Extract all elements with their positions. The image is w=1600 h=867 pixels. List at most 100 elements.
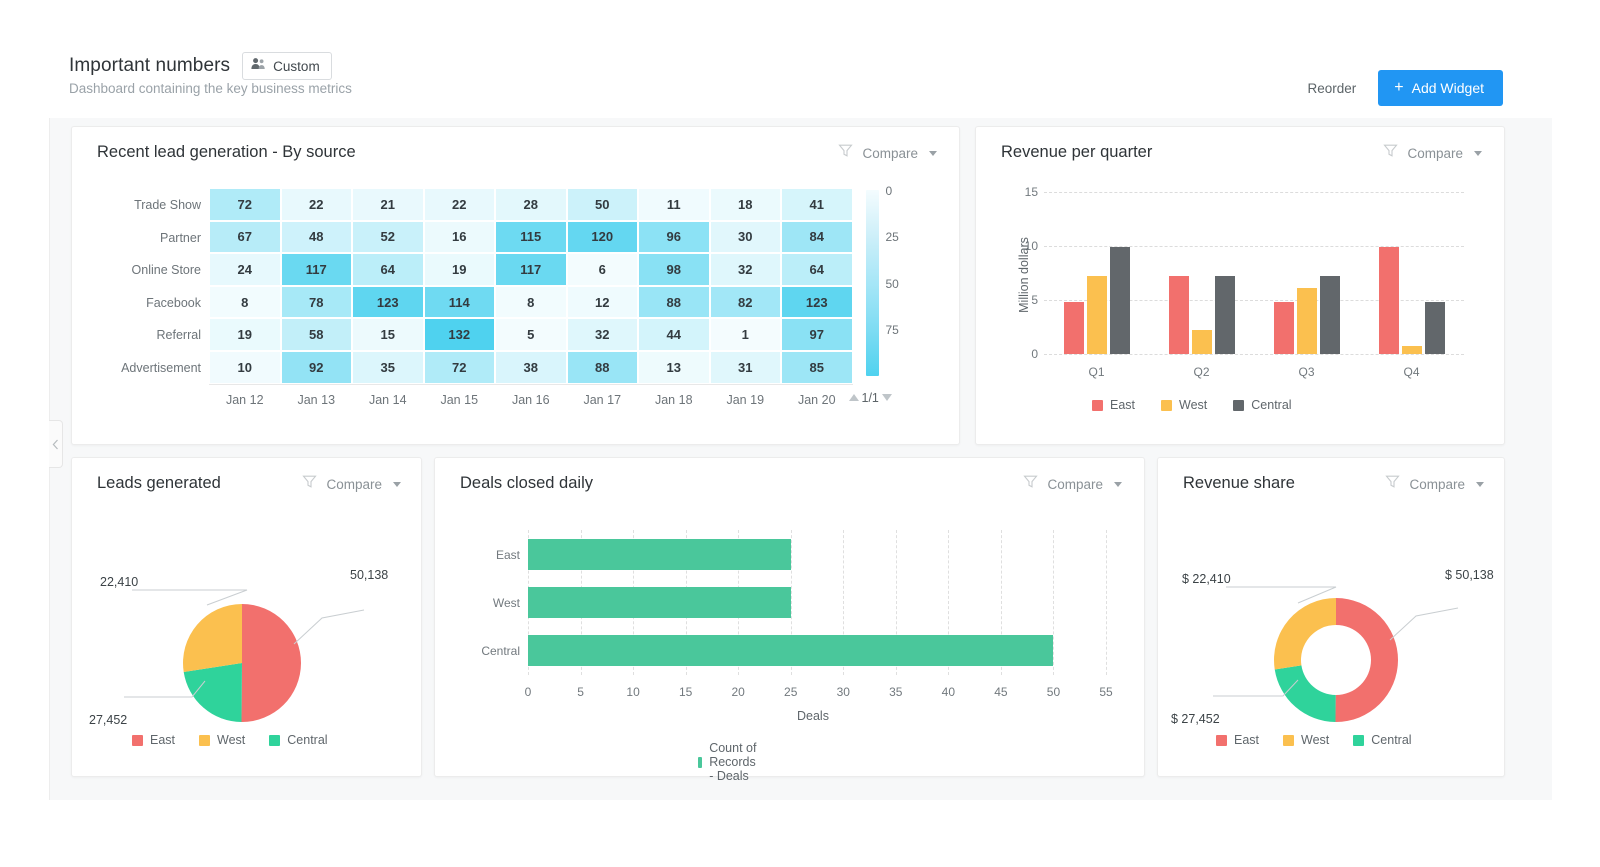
heatmap-cell[interactable]: 30 [709, 220, 781, 254]
chevron-down-icon[interactable] [1474, 150, 1482, 156]
heatmap-cell[interactable]: 13 [638, 351, 710, 384]
pie-slice[interactable] [241, 604, 301, 722]
heatmap-cell[interactable]: 72 [423, 351, 495, 384]
donut-slice[interactable] [1274, 665, 1336, 722]
heatmap-cell[interactable]: 88 [638, 285, 710, 319]
heatmap-cell[interactable]: 1 [709, 318, 781, 351]
heatmap-cell[interactable]: 58 [280, 318, 352, 351]
heatmap-cell[interactable]: 85 [781, 351, 853, 384]
bar[interactable] [528, 587, 791, 618]
heatmap-cell[interactable]: 50 [566, 188, 638, 221]
heatmap-cell[interactable]: 12 [566, 285, 638, 319]
heatmap-cell[interactable]: 44 [638, 318, 710, 351]
bar[interactable] [1168, 276, 1189, 354]
bar[interactable] [1214, 276, 1235, 354]
heatmap-cell[interactable]: 22 [280, 188, 352, 221]
bar[interactable] [1063, 302, 1084, 354]
legend-item[interactable]: East [1092, 398, 1135, 412]
heatmap-cell[interactable]: 38 [495, 351, 567, 384]
heatmap-cell[interactable]: 78 [280, 285, 352, 319]
heatmap-cell[interactable]: 48 [280, 220, 352, 254]
heatmap-cell[interactable]: 11 [638, 188, 710, 221]
chevron-down-icon[interactable] [393, 481, 401, 487]
heatmap-cell[interactable]: 82 [709, 285, 781, 319]
heatmap-cell[interactable]: 5 [495, 318, 567, 351]
pager-down-icon[interactable] [881, 394, 892, 402]
bar[interactable] [528, 538, 791, 570]
legend-item[interactable]: West [1161, 398, 1207, 412]
heatmap-cell[interactable]: 64 [781, 253, 853, 286]
donut-slice[interactable] [1335, 598, 1399, 722]
heatmap-cell[interactable]: 120 [566, 220, 638, 254]
heatmap-cell[interactable]: 84 [781, 220, 853, 254]
heatmap-cell[interactable]: 18 [709, 188, 781, 221]
heatmap-cell[interactable]: 10 [209, 351, 281, 384]
heatmap-cell[interactable]: 19 [209, 318, 281, 351]
filter-icon[interactable] [838, 143, 854, 163]
legend-item[interactable]: Central [269, 733, 328, 747]
heatmap-cell[interactable]: 114 [423, 285, 495, 319]
compare-label[interactable]: Compare [862, 146, 918, 161]
heatmap-cell[interactable]: 15 [352, 318, 424, 351]
bar[interactable] [1296, 288, 1317, 354]
heatmap-cell[interactable]: 123 [352, 285, 424, 319]
bar[interactable] [1109, 247, 1130, 354]
pie-slice[interactable] [183, 604, 242, 673]
bar[interactable] [1191, 330, 1212, 354]
heatmap-cell[interactable]: 117 [280, 253, 352, 286]
heatmap-cell[interactable]: 32 [709, 253, 781, 286]
heatmap-cell[interactable]: 24 [209, 253, 281, 286]
heatmap-cell[interactable]: 35 [352, 351, 424, 384]
heatmap-cell[interactable]: 97 [781, 318, 853, 351]
pie-slice[interactable] [183, 663, 242, 722]
heatmap-cell[interactable]: 6 [566, 253, 638, 286]
reorder-button[interactable]: Reorder [1304, 75, 1361, 102]
donut-slice[interactable] [1274, 598, 1336, 670]
heatmap-cell[interactable]: 92 [280, 351, 352, 384]
heatmap-pager[interactable]: 1/1 [848, 391, 892, 405]
heatmap-cell[interactable]: 132 [423, 318, 495, 351]
heatmap-cell[interactable]: 16 [423, 220, 495, 254]
heatmap-cell[interactable]: 32 [566, 318, 638, 351]
heatmap-cell[interactable]: 123 [781, 285, 853, 319]
heatmap-cell[interactable]: 52 [352, 220, 424, 254]
sidebar-collapse-handle[interactable] [49, 420, 63, 468]
filter-icon[interactable] [1383, 143, 1399, 163]
heatmap-cell[interactable]: 28 [495, 188, 567, 221]
compare-label[interactable]: Compare [1407, 146, 1463, 161]
heatmap-cell[interactable]: 19 [423, 253, 495, 286]
heatmap-cell[interactable]: 98 [638, 253, 710, 286]
pager-up-icon[interactable] [848, 394, 859, 402]
bar[interactable] [1319, 276, 1340, 354]
heatmap-cell[interactable]: 41 [781, 188, 853, 221]
heatmap-cell[interactable]: 22 [423, 188, 495, 221]
compare-label[interactable]: Compare [1047, 477, 1103, 492]
heatmap-cell[interactable]: 88 [566, 351, 638, 384]
heatmap-cell[interactable]: 67 [209, 220, 281, 254]
bar[interactable] [1424, 302, 1445, 354]
heatmap-cell[interactable]: 117 [495, 253, 567, 286]
legend-item[interactable]: West [199, 733, 245, 747]
heatmap-cell[interactable]: 21 [352, 188, 424, 221]
heatmap-cell[interactable]: 72 [209, 188, 281, 221]
legend-item[interactable]: East [1216, 733, 1259, 747]
chevron-down-icon[interactable] [929, 150, 937, 156]
add-widget-button[interactable]: + Add Widget [1378, 70, 1503, 106]
chevron-down-icon[interactable] [1114, 481, 1122, 487]
heatmap-cell[interactable]: 8 [209, 285, 281, 319]
custom-badge[interactable]: Custom [242, 52, 332, 80]
bar[interactable] [1086, 276, 1107, 354]
legend-item[interactable]: Central [1233, 398, 1292, 412]
filter-icon[interactable] [1023, 474, 1039, 494]
legend-item[interactable]: Central [1353, 733, 1412, 747]
heatmap-cell[interactable]: 96 [638, 220, 710, 254]
bar[interactable] [1401, 346, 1422, 354]
heatmap-cell[interactable]: 31 [709, 351, 781, 384]
legend-item[interactable]: Count of Records - Deals [698, 741, 763, 783]
legend-item[interactable]: East [132, 733, 175, 747]
bar[interactable] [1378, 247, 1399, 354]
heatmap-cell[interactable]: 8 [495, 285, 567, 319]
bar[interactable] [528, 635, 1054, 667]
legend-item[interactable]: West [1283, 733, 1329, 747]
heatmap-cell[interactable]: 115 [495, 220, 567, 254]
